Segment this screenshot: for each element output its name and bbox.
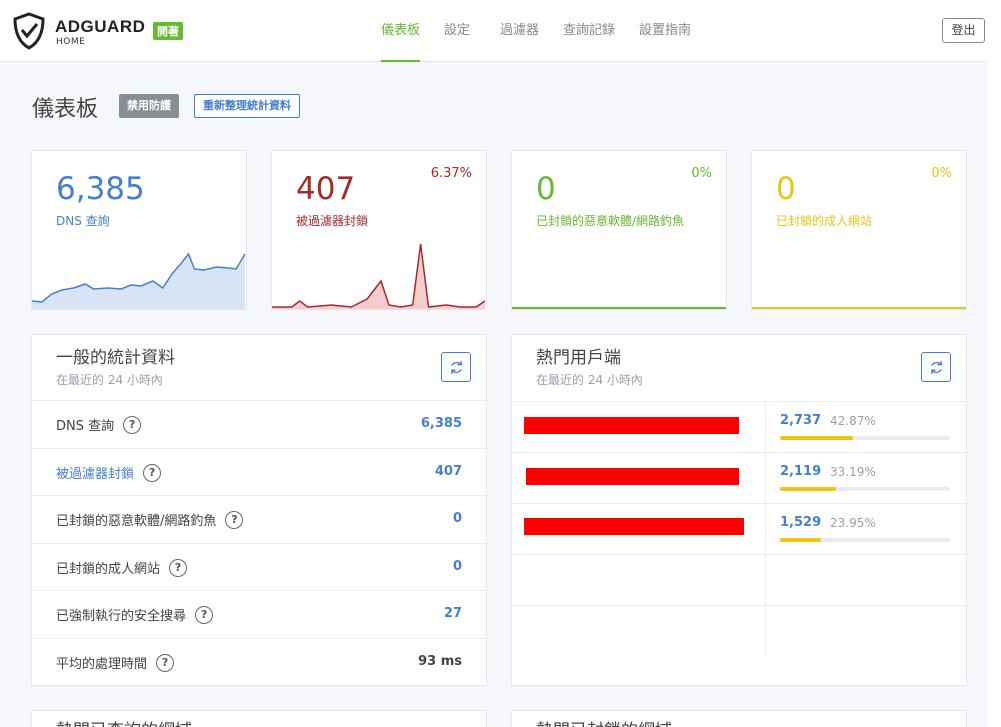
refresh-statistics-button[interactable]: 重新整理統計資料 — [194, 94, 300, 118]
dns-queries-label: DNS 查詢 — [56, 214, 110, 228]
empty-client-row — [512, 554, 966, 605]
top-clients-subtitle: 在最近的 24 小時內 — [536, 373, 643, 387]
malware-percent: 0% — [691, 166, 712, 181]
client-count: 2,737 — [780, 413, 822, 428]
client-row[interactable]: 2,737 42.87% — [512, 401, 966, 452]
client-progress-bar — [780, 538, 950, 542]
refresh-icon — [451, 360, 462, 375]
client-progress-fill — [780, 487, 837, 491]
logout-button[interactable]: 登出 — [942, 18, 985, 43]
client-progress-bar — [780, 436, 950, 440]
general-statistics-subtitle: 在最近的 24 小時內 — [56, 373, 163, 387]
stat-value: 0 — [452, 511, 462, 526]
help-icon[interactable]: ? — [123, 415, 142, 434]
blocked-count: 407 — [296, 171, 356, 207]
disable-protection-button[interactable]: 禁用防護 — [119, 94, 179, 118]
dns-queries-card: 6,385 DNS 查詢 — [31, 150, 247, 310]
stat-label: 已強制執行的安全搜尋 — [56, 609, 187, 624]
help-icon[interactable]: ? — [195, 605, 214, 624]
redacted-client-name — [524, 518, 744, 535]
top-queried-domains-title: 熱門已查詢的網域 — [56, 716, 192, 727]
stat-row-adult: 已封鎖的成人網站? 0 — [32, 543, 486, 591]
stat-row-safesearch: 已強制執行的安全搜尋? 27 — [32, 590, 486, 638]
refresh-icon — [931, 360, 942, 375]
empty-client-row — [512, 605, 966, 656]
stat-value: 27 — [443, 606, 462, 621]
stat-row-blocked: 被過濾器封鎖? 407 — [32, 448, 486, 496]
malware-blocked-card: 0 已封鎖的惡意軟體/網路釣魚 0% — [511, 150, 727, 310]
help-icon[interactable]: ? — [225, 510, 244, 529]
nav-query-log[interactable]: 查詢記錄 — [563, 0, 615, 62]
redacted-client-name — [524, 417, 739, 434]
blocked-label: 被過濾器封鎖 — [296, 214, 369, 228]
stat-row-dns-queries: DNS 查詢? 6,385 — [32, 400, 486, 448]
nav-settings[interactable]: 設定 — [444, 0, 470, 62]
general-statistics-panel: 一般的統計資料 在最近的 24 小時內 DNS 查詢? 6,385 被過濾器封鎖… — [31, 334, 487, 686]
stat-label: 已封鎖的成人網站 — [56, 562, 161, 577]
adult-sparkline — [752, 307, 966, 309]
adult-count: 0 — [776, 171, 796, 207]
dns-queries-count: 6,385 — [56, 171, 145, 207]
client-progress-fill — [780, 436, 853, 440]
top-clients-panel: 熱門用戶端 在最近的 24 小時內 2,737 42.87% 2,119 33.… — [511, 334, 967, 686]
stat-row-avg-time: 平均的處理時間? 93 ms — [32, 638, 486, 686]
client-row[interactable]: 1,529 23.95% — [512, 503, 966, 554]
top-queried-domains-panel: 熱門已查詢的網域 — [31, 710, 487, 727]
client-row[interactable]: 2,119 33.19% — [512, 452, 966, 503]
blocked-by-filters-card: 407 被過濾器封鎖 6.37% — [271, 150, 487, 310]
stat-value: 0 — [452, 559, 462, 574]
malware-sparkline — [512, 307, 726, 309]
adguard-shield-icon — [13, 12, 45, 50]
client-progress-bar — [780, 487, 950, 491]
top-blocked-domains-panel: 熱門已封鎖的網域 — [511, 710, 967, 727]
blocked-percent: 6.37% — [430, 166, 472, 181]
protection-status-badge: 開著 — [153, 22, 183, 40]
client-percent: 23.95% — [830, 516, 876, 530]
nav-setup-guide[interactable]: 設置指南 — [639, 0, 691, 62]
help-icon[interactable]: ? — [156, 653, 175, 672]
general-statistics-title: 一般的統計資料 — [56, 348, 175, 368]
brand-subtitle: HOME — [56, 37, 86, 47]
page-title: 儀表板 — [32, 97, 99, 122]
malware-label: 已封鎖的惡意軟體/網路釣魚 — [536, 214, 685, 228]
redacted-client-name — [526, 468, 739, 485]
adult-blocked-card: 0 已封鎖的成人網站 0% — [751, 150, 967, 310]
client-progress-fill — [780, 538, 821, 542]
stat-row-malware: 已封鎖的惡意軟體/網路釣魚? 0 — [32, 495, 486, 543]
stat-label: 已封鎖的惡意軟體/網路釣魚 — [56, 514, 217, 529]
nav-filters[interactable]: 過濾器 — [500, 0, 539, 62]
malware-count: 0 — [536, 171, 556, 207]
brand-name[interactable]: ADGUARD — [55, 17, 145, 37]
stat-value: 6,385 — [420, 416, 462, 431]
refresh-general-button[interactable] — [441, 352, 471, 382]
window-edge — [988, 0, 1001, 727]
stat-value: 407 — [434, 464, 462, 479]
top-clients-title: 熱門用戶端 — [536, 348, 621, 368]
top-blocked-domains-title: 熱門已封鎖的網域 — [536, 716, 672, 727]
client-percent: 42.87% — [830, 414, 876, 428]
stat-label-link[interactable]: 被過濾器封鎖 — [56, 463, 134, 482]
client-count: 2,119 — [780, 464, 822, 479]
client-count: 1,529 — [780, 515, 822, 530]
stat-label: DNS 查詢 — [56, 419, 115, 434]
stat-value: 93 ms — [418, 654, 462, 669]
adult-label: 已封鎖的成人網站 — [776, 214, 873, 228]
refresh-clients-button[interactable] — [921, 352, 951, 382]
nav-dashboard[interactable]: 儀表板 — [381, 0, 421, 62]
client-percent: 33.19% — [830, 465, 876, 479]
top-navbar: ADGUARD HOME 開著 儀表板 設定 過濾器 查詢記錄 設置指南 登出 — [0, 0, 988, 62]
stat-label: 平均的處理時間 — [56, 657, 148, 672]
dns-queries-sparkline — [32, 252, 246, 309]
blocked-sparkline — [272, 243, 486, 309]
adult-percent: 0% — [931, 166, 952, 181]
help-icon[interactable]: ? — [169, 558, 188, 577]
help-icon[interactable]: ? — [143, 463, 162, 482]
